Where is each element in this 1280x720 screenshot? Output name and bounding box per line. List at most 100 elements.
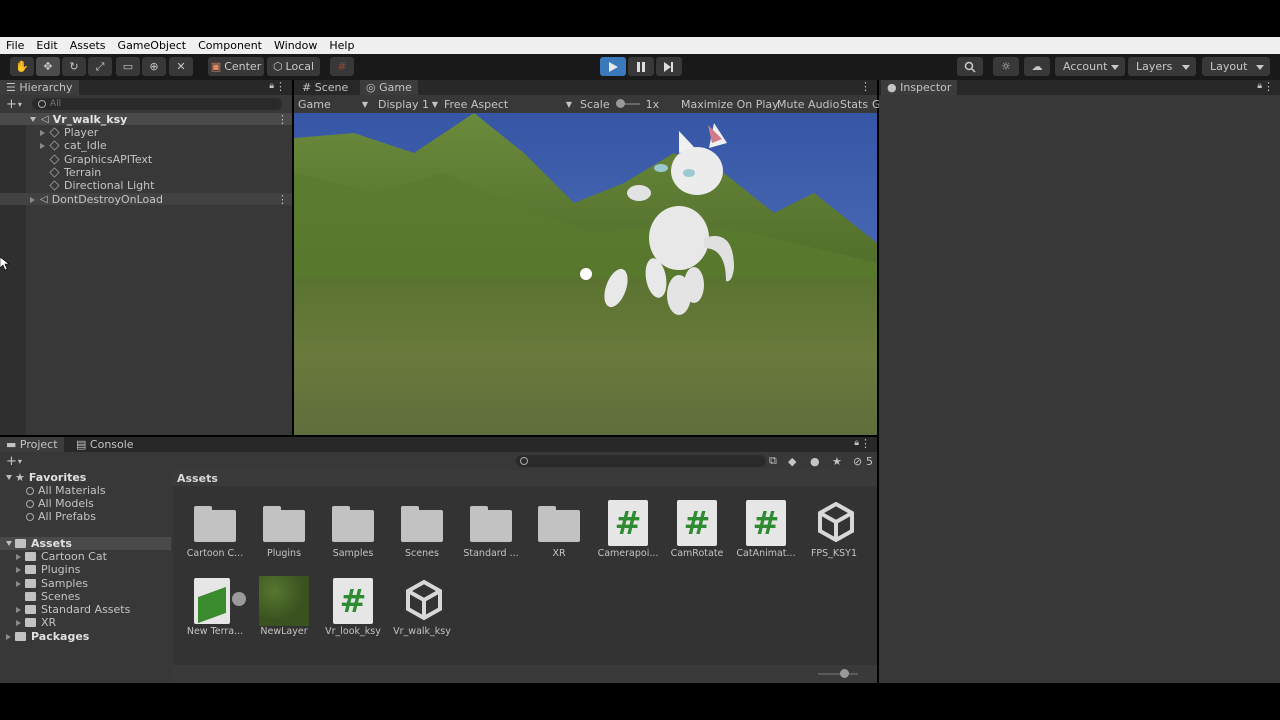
tab-hierarchy[interactable]: ☰ Hierarchy xyxy=(0,80,79,95)
folder-item[interactable]: Plugins xyxy=(16,563,80,576)
hierarchy-item-dontdestroyonload[interactable]: ◁ DontDestroyOnLoad ⋮ xyxy=(30,193,290,206)
game-mode-dropdown[interactable]: Game ▼ xyxy=(298,98,368,111)
assets-root-item[interactable]: Assets xyxy=(6,537,72,550)
tab-game[interactable]: ◎ Game xyxy=(360,80,418,95)
project-search-input[interactable] xyxy=(516,455,766,467)
play-preview-icon[interactable] xyxy=(232,592,246,606)
hand-tool-button[interactable]: ✋ xyxy=(10,57,34,76)
menu-edit[interactable]: Edit xyxy=(30,37,63,54)
lock-icon[interactable]: 🔒︎ xyxy=(269,81,274,91)
menu-window[interactable]: Window xyxy=(268,37,323,54)
hierarchy-search-input[interactable]: All xyxy=(31,98,282,110)
hierarchy-item-directional-light[interactable]: Directional Light xyxy=(49,179,154,192)
kebab-menu-icon[interactable]: ⋮ xyxy=(860,80,871,93)
menu-assets[interactable]: Assets xyxy=(64,37,112,54)
transform-tool-button[interactable]: ⊕ xyxy=(142,57,166,76)
rect-icon: ▭ xyxy=(122,60,134,73)
packages-root-item[interactable]: Packages xyxy=(6,630,89,643)
account-dropdown[interactable]: Account xyxy=(1055,57,1125,76)
hierarchy-item-player[interactable]: Player xyxy=(40,126,98,139)
scale-tool-button[interactable]: ⤢ xyxy=(88,57,112,76)
hidden-count: 5 xyxy=(866,454,873,468)
csharp-script-icon: # xyxy=(677,500,717,546)
rotate-tool-button[interactable]: ↻ xyxy=(62,57,86,76)
mute-audio-toggle[interactable]: Mute Audio xyxy=(777,98,839,111)
maximize-on-play-toggle[interactable]: Maximize On Play xyxy=(681,98,779,111)
light-button[interactable]: ☼ xyxy=(993,57,1019,76)
folder-icon: ▬ xyxy=(6,438,17,451)
folder-item[interactable]: XR xyxy=(16,616,56,629)
icon-size-thumb[interactable] xyxy=(840,669,849,678)
folder-icon xyxy=(25,579,36,588)
breadcrumb[interactable]: Assets xyxy=(177,472,218,485)
star-icon[interactable]: ★ xyxy=(832,455,842,468)
move-tool-button[interactable]: ✥ xyxy=(36,57,60,76)
folder-item[interactable]: Standard Assets xyxy=(16,603,130,616)
menu-file[interactable]: File xyxy=(0,37,30,54)
item-label: Player xyxy=(64,126,99,139)
folder-item[interactable]: Cartoon Cat xyxy=(16,550,107,563)
project-tab-label: Project xyxy=(19,438,58,451)
lock-icon[interactable]: 🔒︎ xyxy=(854,438,859,448)
gameobject-icon xyxy=(49,140,60,151)
cloud-button[interactable]: ☁ xyxy=(1024,57,1050,76)
layout-dropdown[interactable]: Layout xyxy=(1202,57,1270,76)
display-dropdown[interactable]: Display 1 ▼ xyxy=(378,98,438,111)
custom-tool-button[interactable]: ✕ xyxy=(169,57,193,76)
hierarchy-item-scene[interactable]: ◁ Vr_walk_ksy ⋮ xyxy=(30,113,290,126)
add-icon[interactable]: + xyxy=(6,454,17,469)
folder-item[interactable]: Scenes xyxy=(16,590,80,603)
tab-console[interactable]: ▤ Console xyxy=(70,437,140,452)
hierarchy-item-graphics-api-text[interactable]: GraphicsAPIText xyxy=(49,153,152,166)
chevron-down-icon[interactable]: ▾ xyxy=(18,457,22,466)
tab-inspector[interactable]: ● Inspector xyxy=(881,80,958,95)
expand-icon xyxy=(16,553,21,560)
game-viewport[interactable] xyxy=(294,113,877,435)
rect-tool-button[interactable]: ▭ xyxy=(116,57,140,76)
kebab-menu-icon[interactable]: ⋮ xyxy=(860,437,871,450)
favorite-label: All Prefabs xyxy=(38,510,96,523)
tab-project[interactable]: ▬ Project xyxy=(0,437,64,452)
lock-icon[interactable]: 🔒︎ xyxy=(1257,81,1262,91)
item-label: Terrain xyxy=(64,166,102,179)
pivot-local-toggle[interactable]: ⬡ Local xyxy=(267,57,320,76)
aspect-dropdown[interactable]: Free Aspect ▼ xyxy=(444,98,572,111)
chevron-down-icon[interactable]: ▾ xyxy=(18,100,22,109)
hierarchy-item-terrain[interactable]: Terrain xyxy=(49,166,102,179)
folder-item[interactable]: Samples xyxy=(16,577,88,590)
label-icon[interactable]: ● xyxy=(810,455,820,468)
scale-thumb[interactable] xyxy=(615,99,625,108)
kebab-menu-icon[interactable]: ⋮ xyxy=(277,193,288,206)
hidden-eye-icon[interactable]: ⊘ xyxy=(853,455,862,468)
add-icon[interactable]: + xyxy=(6,97,17,112)
kebab-menu-icon[interactable]: ⋮ xyxy=(275,80,286,93)
icon-size-slider[interactable] xyxy=(818,669,858,678)
move-icon: ✥ xyxy=(43,60,53,73)
favorite-all-models[interactable]: All Models xyxy=(26,497,94,510)
favorite-all-prefabs[interactable]: All Prefabs xyxy=(26,510,96,523)
menu-component[interactable]: Component xyxy=(192,37,268,54)
expand-icon xyxy=(16,580,21,587)
layers-dropdown[interactable]: Layers xyxy=(1128,57,1196,76)
folder-icon xyxy=(25,565,36,574)
favorites-header[interactable]: ★ Favorites xyxy=(6,471,86,484)
stats-toggle[interactable]: Stats xyxy=(840,98,868,111)
hierarchy-item-cat-idle[interactable]: cat_Idle xyxy=(40,139,107,152)
favorite-all-materials[interactable]: All Materials xyxy=(26,484,106,497)
gamepad-icon: ◎ xyxy=(366,81,376,94)
menu-help[interactable]: Help xyxy=(323,37,360,54)
filter-icon[interactable]: ⧉ xyxy=(769,454,777,468)
kebab-menu-icon[interactable]: ⋮ xyxy=(277,113,288,126)
project-footer xyxy=(173,665,877,683)
play-button[interactable] xyxy=(600,57,626,76)
kebab-menu-icon[interactable]: ⋮ xyxy=(1263,80,1274,93)
type-filter-icon[interactable]: ◆ xyxy=(788,455,796,468)
grid-snap-button[interactable]: # xyxy=(330,57,354,76)
tab-scene[interactable]: # Scene xyxy=(296,80,354,95)
search-button[interactable] xyxy=(957,57,983,76)
step-button[interactable] xyxy=(656,57,682,76)
pivot-center-toggle[interactable]: ▣ Center xyxy=(208,57,264,76)
scale-slider[interactable]: Scale 1x xyxy=(580,98,659,111)
menu-gameobject[interactable]: GameObject xyxy=(112,37,193,54)
pause-button[interactable] xyxy=(628,57,654,76)
